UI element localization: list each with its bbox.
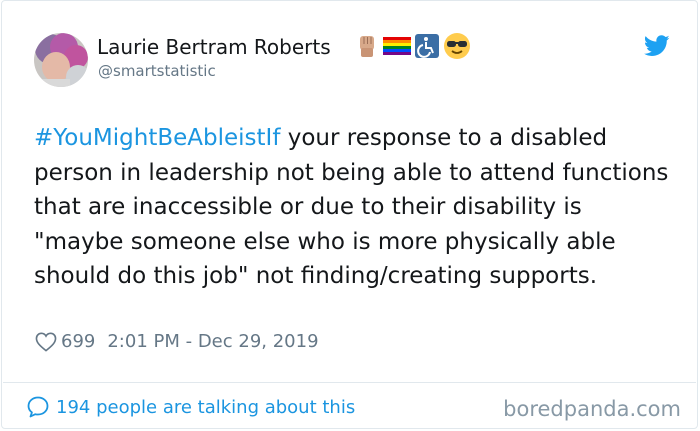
twitter-bird-icon[interactable]: [644, 35, 670, 57]
speech-bubble-icon: [27, 396, 49, 418]
hashtag-link[interactable]: #YouMightBeAbleistIf: [34, 125, 280, 151]
tweet-meta: 699 2:01 PM - Dec 29, 2019: [35, 331, 319, 352]
heart-icon[interactable]: [35, 332, 57, 352]
wheelchair-icon: [415, 34, 439, 58]
tweet-card: Laurie Bertram Roberts @smartstatistic #…: [1, 0, 698, 429]
boredpanda-watermark: boredpanda.com: [503, 397, 681, 421]
avatar[interactable]: [34, 33, 88, 87]
author-name[interactable]: Laurie Bertram Roberts: [97, 35, 331, 59]
discussion-link[interactable]: 194 people are talking about this: [26, 395, 355, 419]
rainbow-flag-icon: [383, 37, 411, 55]
tweet-timestamp[interactable]: 2:01 PM - Dec 29, 2019: [107, 331, 318, 352]
like-count: 699: [61, 331, 96, 352]
divider: [3, 382, 696, 383]
tweet-text: #YouMightBeAbleistIf your response to a …: [34, 121, 674, 294]
author-handle[interactable]: @smartstatistic: [98, 62, 216, 80]
name-emojis: [354, 32, 471, 60]
discussion-text: 194 people are talking about this: [56, 396, 356, 418]
sunglasses-face-icon: [444, 33, 470, 59]
raised-fist-icon: [360, 36, 374, 57]
